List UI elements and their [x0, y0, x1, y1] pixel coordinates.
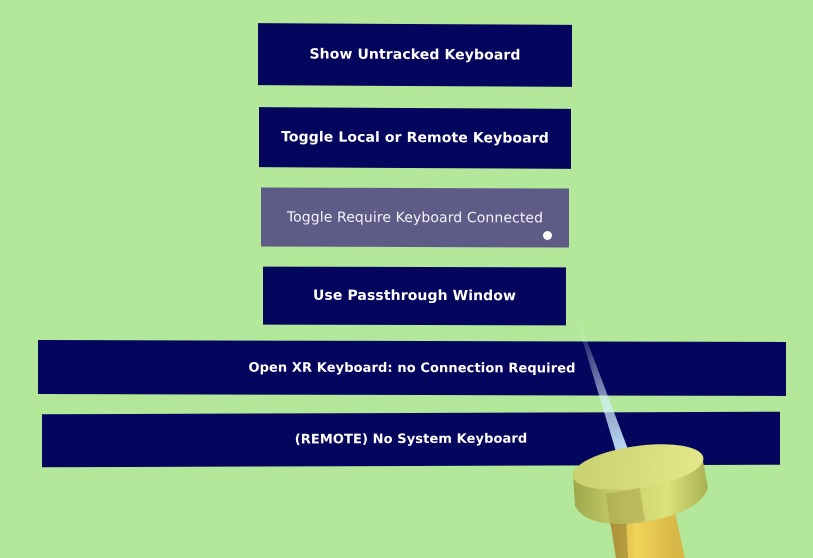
vr-controller-icon: [572, 444, 708, 558]
vr-scene: Show Untracked Keyboard Toggle Local or …: [0, 0, 813, 558]
